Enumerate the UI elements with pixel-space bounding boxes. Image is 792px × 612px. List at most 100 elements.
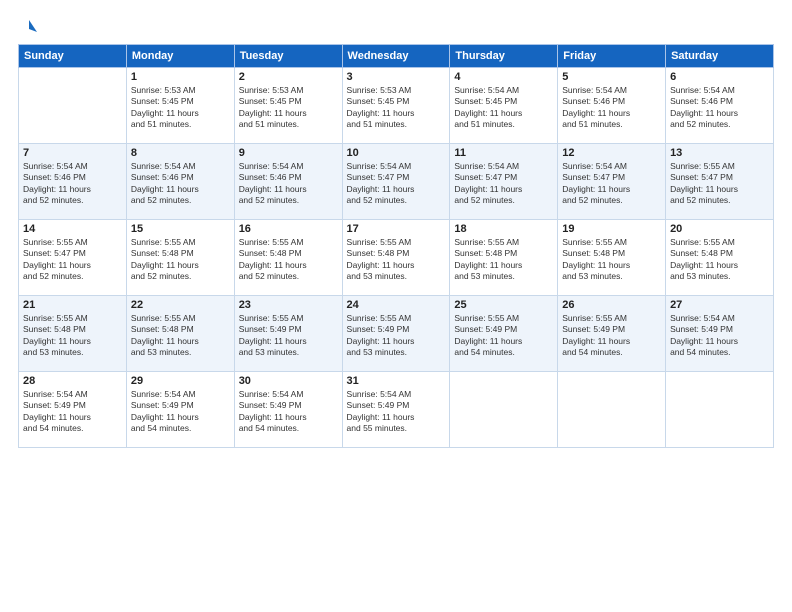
calendar-cell: 14 Sunrise: 5:55 AM Sunset: 5:47 PM Dayli… (19, 220, 127, 296)
day-number: 26 (562, 299, 661, 311)
day-number: 21 (23, 299, 122, 311)
day-number: 29 (131, 375, 230, 387)
calendar-cell: 18 Sunrise: 5:55 AM Sunset: 5:48 PM Dayli… (450, 220, 558, 296)
day-number: 17 (347, 223, 446, 235)
day-info: Sunrise: 5:54 AM Sunset: 5:49 PM Dayligh… (670, 313, 769, 359)
day-info: Sunrise: 5:54 AM Sunset: 5:47 PM Dayligh… (347, 161, 446, 207)
day-number: 11 (454, 147, 553, 159)
day-number: 27 (670, 299, 769, 311)
header (18, 18, 774, 38)
logo (18, 18, 39, 38)
calendar-cell: 23 Sunrise: 5:55 AM Sunset: 5:49 PM Dayli… (234, 296, 342, 372)
calendar-cell: 27 Sunrise: 5:54 AM Sunset: 5:49 PM Dayli… (666, 296, 774, 372)
calendar-cell: 16 Sunrise: 5:55 AM Sunset: 5:48 PM Dayli… (234, 220, 342, 296)
day-number: 15 (131, 223, 230, 235)
day-info: Sunrise: 5:55 AM Sunset: 5:48 PM Dayligh… (562, 237, 661, 283)
calendar-header-wednesday: Wednesday (342, 45, 450, 68)
calendar-week-row: 21 Sunrise: 5:55 AM Sunset: 5:48 PM Dayli… (19, 296, 774, 372)
day-number: 9 (239, 147, 338, 159)
calendar-header-thursday: Thursday (450, 45, 558, 68)
day-number: 19 (562, 223, 661, 235)
calendar-cell: 24Sunrise: 5:55 AM Sunset: 5:49 PM Dayli… (342, 296, 450, 372)
calendar-cell: 1 Sunrise: 5:53 AM Sunset: 5:45 PM Daylig… (126, 68, 234, 144)
calendar-cell: 8Sunrise: 5:54 AM Sunset: 5:46 PM Daylig… (126, 144, 234, 220)
calendar-week-row: 1 Sunrise: 5:53 AM Sunset: 5:45 PM Daylig… (19, 68, 774, 144)
day-number: 22 (131, 299, 230, 311)
day-info: Sunrise: 5:55 AM Sunset: 5:48 PM Dayligh… (239, 237, 338, 283)
day-info: Sunrise: 5:54 AM Sunset: 5:46 PM Dayligh… (239, 161, 338, 207)
calendar-cell: 11 Sunrise: 5:54 AM Sunset: 5:47 PM Dayli… (450, 144, 558, 220)
calendar-cell: 29 Sunrise: 5:54 AM Sunset: 5:49 PM Dayli… (126, 372, 234, 448)
day-info: Sunrise: 5:55 AM Sunset: 5:48 PM Dayligh… (454, 237, 553, 283)
day-number: 28 (23, 375, 122, 387)
day-info: Sunrise: 5:55 AM Sunset: 5:48 PM Dayligh… (670, 237, 769, 283)
day-number: 30 (239, 375, 338, 387)
calendar-cell: 28 Sunrise: 5:54 AM Sunset: 5:49 PM Dayli… (19, 372, 127, 448)
calendar-header-friday: Friday (558, 45, 666, 68)
day-info: Sunrise: 5:53 AM Sunset: 5:45 PM Dayligh… (239, 85, 338, 131)
day-info: Sunrise: 5:53 AM Sunset: 5:45 PM Dayligh… (131, 85, 230, 131)
calendar-cell: 9 Sunrise: 5:54 AM Sunset: 5:46 PM Daylig… (234, 144, 342, 220)
day-info: Sunrise: 5:55 AM Sunset: 5:49 PM Dayligh… (562, 313, 661, 359)
calendar-cell: 20 Sunrise: 5:55 AM Sunset: 5:48 PM Dayli… (666, 220, 774, 296)
calendar-cell: 10 Sunrise: 5:54 AM Sunset: 5:47 PM Dayli… (342, 144, 450, 220)
calendar-cell: 30 Sunrise: 5:54 AM Sunset: 5:49 PM Dayli… (234, 372, 342, 448)
day-number: 31 (347, 375, 446, 387)
day-info: Sunrise: 5:54 AM Sunset: 5:49 PM Dayligh… (23, 389, 122, 435)
day-number: 13 (670, 147, 769, 159)
calendar-week-row: 7Sunrise: 5:54 AM Sunset: 5:46 PM Daylig… (19, 144, 774, 220)
calendar-cell (558, 372, 666, 448)
day-number: 8 (131, 147, 230, 159)
calendar-cell: 15 Sunrise: 5:55 AM Sunset: 5:48 PM Dayli… (126, 220, 234, 296)
day-info: Sunrise: 5:54 AM Sunset: 5:46 PM Dayligh… (562, 85, 661, 131)
calendar-cell: 31Sunrise: 5:54 AM Sunset: 5:49 PM Dayli… (342, 372, 450, 448)
day-info: Sunrise: 5:55 AM Sunset: 5:48 PM Dayligh… (23, 313, 122, 359)
day-number: 5 (562, 71, 661, 83)
day-info: Sunrise: 5:55 AM Sunset: 5:47 PM Dayligh… (23, 237, 122, 283)
calendar-header-sunday: Sunday (19, 45, 127, 68)
day-info: Sunrise: 5:54 AM Sunset: 5:47 PM Dayligh… (454, 161, 553, 207)
day-number: 3 (347, 71, 446, 83)
calendar-header-saturday: Saturday (666, 45, 774, 68)
calendar-week-row: 28 Sunrise: 5:54 AM Sunset: 5:49 PM Dayli… (19, 372, 774, 448)
day-info: Sunrise: 5:55 AM Sunset: 5:48 PM Dayligh… (347, 237, 446, 283)
calendar-cell: 6Sunrise: 5:54 AM Sunset: 5:46 PM Daylig… (666, 68, 774, 144)
calendar-header-monday: Monday (126, 45, 234, 68)
day-number: 4 (454, 71, 553, 83)
day-number: 16 (239, 223, 338, 235)
day-info: Sunrise: 5:54 AM Sunset: 5:46 PM Dayligh… (670, 85, 769, 131)
day-info: Sunrise: 5:55 AM Sunset: 5:49 PM Dayligh… (454, 313, 553, 359)
day-info: Sunrise: 5:54 AM Sunset: 5:49 PM Dayligh… (239, 389, 338, 435)
day-info: Sunrise: 5:55 AM Sunset: 5:49 PM Dayligh… (239, 313, 338, 359)
day-number: 14 (23, 223, 122, 235)
day-number: 24 (347, 299, 446, 311)
day-info: Sunrise: 5:55 AM Sunset: 5:47 PM Dayligh… (670, 161, 769, 207)
day-number: 1 (131, 71, 230, 83)
calendar-cell (19, 68, 127, 144)
logo-bird-icon (19, 18, 39, 38)
day-number: 23 (239, 299, 338, 311)
day-info: Sunrise: 5:54 AM Sunset: 5:47 PM Dayligh… (562, 161, 661, 207)
page: SundayMondayTuesdayWednesdayThursdayFrid… (0, 0, 792, 612)
calendar-header-tuesday: Tuesday (234, 45, 342, 68)
calendar-cell: 5 Sunrise: 5:54 AM Sunset: 5:46 PM Daylig… (558, 68, 666, 144)
day-number: 2 (239, 71, 338, 83)
calendar-cell: 3 Sunrise: 5:53 AM Sunset: 5:45 PM Daylig… (342, 68, 450, 144)
day-number: 20 (670, 223, 769, 235)
calendar-cell: 7Sunrise: 5:54 AM Sunset: 5:46 PM Daylig… (19, 144, 127, 220)
calendar-cell (666, 372, 774, 448)
calendar-table: SundayMondayTuesdayWednesdayThursdayFrid… (18, 44, 774, 448)
day-info: Sunrise: 5:54 AM Sunset: 5:45 PM Dayligh… (454, 85, 553, 131)
day-info: Sunrise: 5:53 AM Sunset: 5:45 PM Dayligh… (347, 85, 446, 131)
day-info: Sunrise: 5:55 AM Sunset: 5:48 PM Dayligh… (131, 237, 230, 283)
calendar-cell: 13 Sunrise: 5:55 AM Sunset: 5:47 PM Dayli… (666, 144, 774, 220)
day-info: Sunrise: 5:54 AM Sunset: 5:49 PM Dayligh… (131, 389, 230, 435)
day-number: 18 (454, 223, 553, 235)
calendar-cell (450, 372, 558, 448)
calendar-cell: 21 Sunrise: 5:55 AM Sunset: 5:48 PM Dayli… (19, 296, 127, 372)
calendar-cell: 22 Sunrise: 5:55 AM Sunset: 5:48 PM Dayli… (126, 296, 234, 372)
calendar-cell: 2 Sunrise: 5:53 AM Sunset: 5:45 PM Daylig… (234, 68, 342, 144)
day-info: Sunrise: 5:55 AM Sunset: 5:48 PM Dayligh… (131, 313, 230, 359)
calendar-cell: 25Sunrise: 5:55 AM Sunset: 5:49 PM Dayli… (450, 296, 558, 372)
day-number: 10 (347, 147, 446, 159)
